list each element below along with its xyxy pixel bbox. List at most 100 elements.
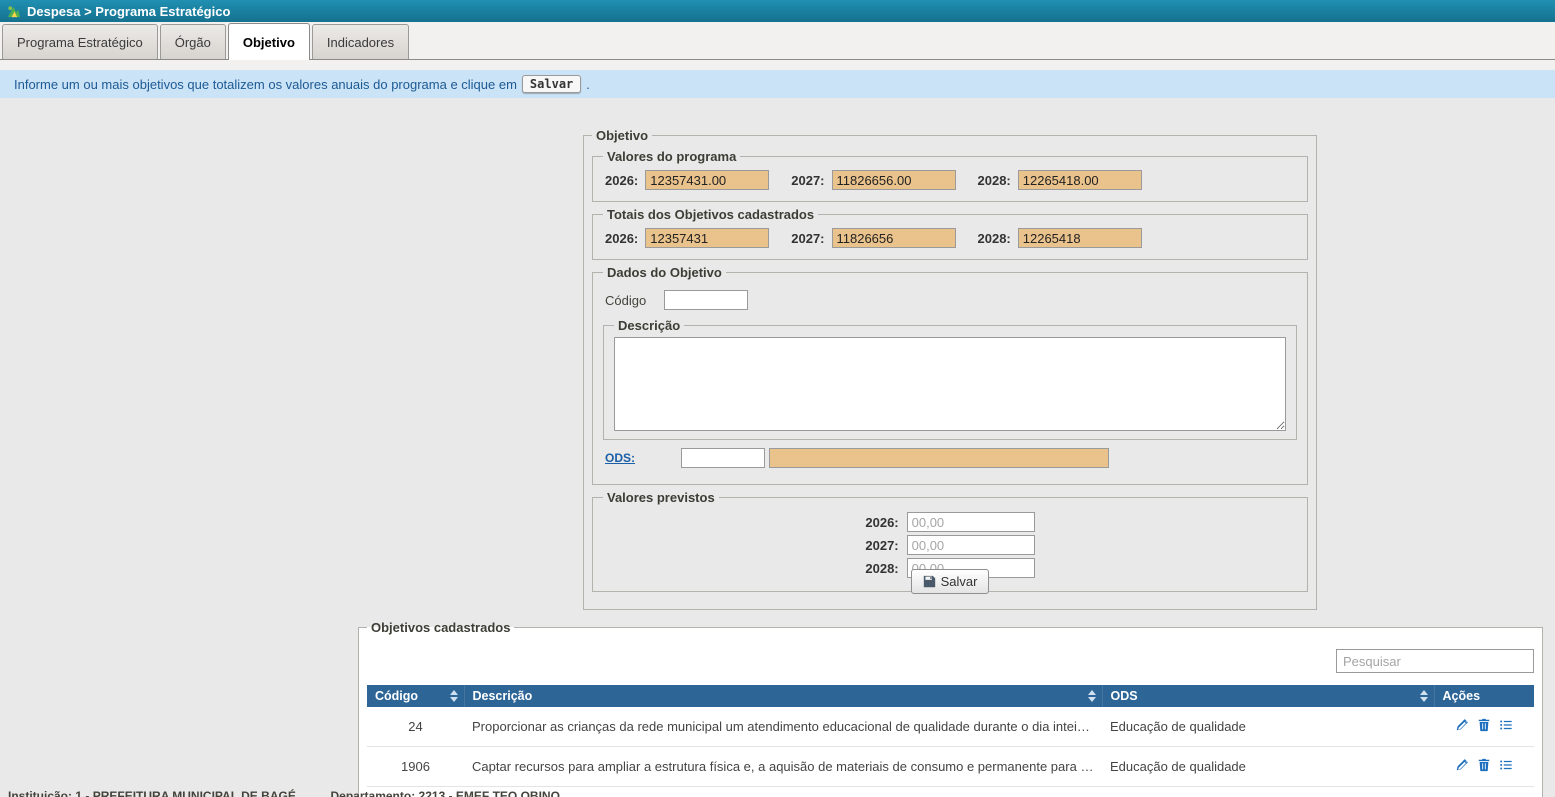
valores-programa-fieldset: Valores do programa 2026: 2027: 2028: [592,149,1308,202]
tab-objetivo[interactable]: Objetivo [228,23,310,60]
field-label-2028: 2028: [978,231,1011,246]
descricao-textarea[interactable] [614,337,1286,431]
salvar-button[interactable]: Salvar [911,569,990,594]
sort-icon[interactable] [1420,690,1428,702]
departamento-value: 2213 - EMEF TEO OBINO [419,789,560,797]
objetivo-legend: Objetivo [592,128,652,143]
cell-acoes [1434,707,1534,747]
instituicao-label: Instituição: [8,789,72,797]
top-bar: Despesa > Programa Estratégico [0,0,1555,22]
valor-programa-2027-input[interactable] [832,170,956,190]
objetivos-table: Código Descrição ODS Ações [367,685,1534,787]
tab-label: Objetivo [243,35,295,50]
salvar-kbd: Salvar [522,75,581,93]
cell-acoes [1434,747,1534,787]
tab-label: Indicadores [327,35,394,50]
cell-ods: Educação de qualidade [1102,747,1434,787]
total-2026-input[interactable] [645,228,769,248]
edit-icon[interactable] [1455,758,1469,772]
sort-icon[interactable] [1088,690,1096,702]
cell-descricao: Proporcionar as crianças da rede municip… [464,707,1102,747]
tab-orgao[interactable]: Órgão [160,24,226,59]
valor-programa-2026-input[interactable] [645,170,769,190]
totais-objetivos-legend: Totais dos Objetivos cadastrados [603,207,818,222]
column-header-ods[interactable]: ODS [1102,685,1434,707]
cell-codigo: 24 [367,707,464,747]
valores-programa-legend: Valores do programa [603,149,740,164]
total-2027-input[interactable] [832,228,956,248]
column-label: Código [375,689,418,703]
tab-programa-estrategico[interactable]: Programa Estratégico [2,24,158,59]
ods-link[interactable]: ODS: [605,451,635,465]
delete-icon[interactable] [1477,758,1491,772]
page: Despesa > Programa Estratégico Programa … [0,0,1555,797]
field-group: 2027: [791,228,955,248]
column-label: Ações [1443,689,1481,703]
field-label-2026: 2026: [605,173,638,188]
dados-objetivo-legend: Dados do Objetivo [603,265,726,280]
cell-ods: Educação de qualidade [1102,707,1434,747]
list-icon[interactable] [1499,758,1513,772]
edit-icon[interactable] [1455,718,1469,732]
save-icon [923,575,936,588]
table-header-row: Código Descrição ODS Ações [367,685,1534,707]
tab-bar: Programa Estratégico Órgão Objetivo Indi… [0,22,1555,60]
valores-previstos-legend: Valores previstos [603,490,719,505]
tab-indicadores[interactable]: Indicadores [312,24,409,59]
field-label-2027: 2027: [865,538,898,553]
app-logo-icon [6,4,21,19]
search-row [367,641,1534,685]
ods-row: ODS: [605,448,1297,468]
table-row: 24 Proporcionar as crianças da rede muni… [367,707,1534,747]
field-label-2028: 2028: [978,173,1011,188]
search-input[interactable] [1336,649,1534,673]
codigo-label: Código [605,293,646,308]
column-header-codigo[interactable]: Código [367,685,464,707]
field-label-2026: 2026: [865,515,898,530]
valor-previsto-row: 2027: [603,535,1297,555]
column-header-acoes: Ações [1434,685,1534,707]
column-label: ODS [1111,689,1138,703]
codigo-input[interactable] [664,290,748,310]
salvar-button-label: Salvar [941,574,978,589]
cell-descricao: Captar recursos para ampliar a estrutura… [464,747,1102,787]
list-icon[interactable] [1499,718,1513,732]
field-label-2027: 2027: [791,173,824,188]
tab-label: Órgão [175,35,211,50]
info-suffix: . [586,77,590,92]
valor-previsto-2027-input[interactable] [907,535,1035,555]
field-group: 2028: [978,170,1142,190]
objetivos-cadastrados-fieldset: Objetivos cadastrados Código Descrição O… [358,620,1543,797]
valor-previsto-2026-input[interactable] [907,512,1035,532]
instituicao-value: 1 - PREFEITURA MUNICIPAL DE BAGÉ [75,789,295,797]
delete-icon[interactable] [1477,718,1491,732]
descricao-fieldset: Descrição [603,318,1297,440]
footer-status: Instituição: 1 - PREFEITURA MUNICIPAL DE… [8,789,560,797]
field-label-2027: 2027: [791,231,824,246]
column-header-descricao[interactable]: Descrição [464,685,1102,707]
dados-objetivo-fieldset: Dados do Objetivo Código Descrição ODS: [592,265,1308,485]
totais-row: 2026: 2027: 2028: [603,226,1297,251]
sort-icon[interactable] [450,690,458,702]
field-group: 2026: [605,170,769,190]
tab-label: Programa Estratégico [17,35,143,50]
total-2028-input[interactable] [1018,228,1142,248]
table-row: 1906 Captar recursos para ampliar a estr… [367,747,1534,787]
codigo-row: Código [605,290,1297,310]
field-group: 2026: [605,228,769,248]
valores-programa-row: 2026: 2027: 2028: [603,168,1297,193]
salvar-wrap: Salvar [583,569,1317,594]
breadcrumb: Despesa > Programa Estratégico [27,4,230,19]
field-group: 2028: [978,228,1142,248]
valor-previsto-row: 2026: [603,512,1297,532]
objetivos-cadastrados-legend: Objetivos cadastrados [367,620,514,635]
ods-code-input[interactable] [681,448,765,468]
ods-descricao-input[interactable] [769,448,1109,468]
column-label: Descrição [473,689,533,703]
totais-objetivos-fieldset: Totais dos Objetivos cadastrados 2026: 2… [592,207,1308,260]
valor-programa-2028-input[interactable] [1018,170,1142,190]
field-group: 2027: [791,170,955,190]
objetivo-fieldset: Objetivo Valores do programa 2026: 2027:… [583,128,1317,610]
departamento-label: Departamento: [331,789,416,797]
tab-zone: Programa Estratégico Órgão Objetivo Indi… [0,22,1555,70]
